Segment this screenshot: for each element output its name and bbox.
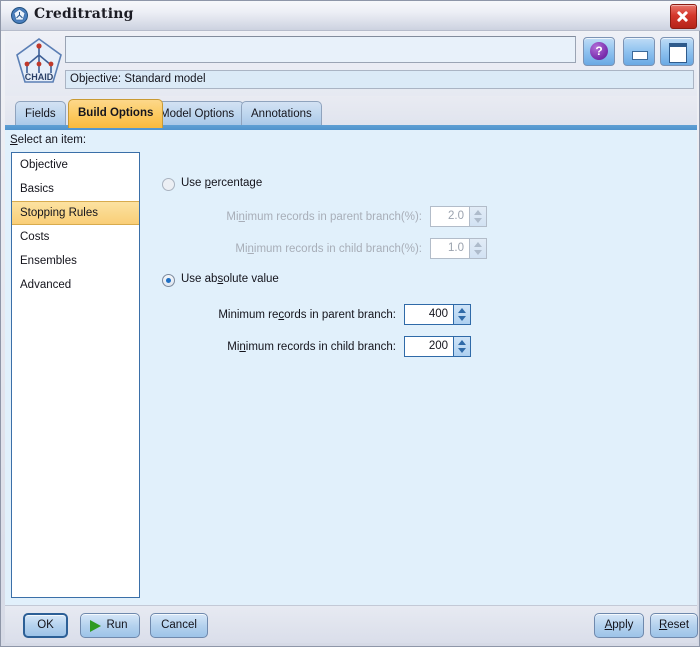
use-percentage-radio[interactable] [162, 178, 175, 191]
apply-button[interactable]: Apply [594, 613, 644, 638]
sidebar-item-objective[interactable]: Objective [12, 153, 139, 177]
chaid-model-icon: CHAID [16, 38, 62, 83]
sidebar-item-basics[interactable]: Basics [12, 177, 139, 201]
percentage-parent-stepper-arrows[interactable] [469, 207, 486, 226]
sidebar-item-costs[interactable]: Costs [12, 225, 139, 249]
ok-button[interactable]: OK [23, 613, 68, 638]
percentage-child-label: Minimum records in child branch(%): [235, 243, 422, 255]
sidebar-item-stopping-rules[interactable]: Stopping Rules [12, 201, 139, 225]
help-button[interactable]: ? [583, 37, 615, 66]
minimize-icon [632, 51, 648, 60]
percentage-parent-label: Minimum records in parent branch(%): [226, 211, 422, 223]
minimize-button[interactable] [623, 37, 655, 66]
run-button[interactable]: Run [80, 613, 140, 638]
percentage-child-stepper-arrows[interactable] [469, 239, 486, 258]
reset-button[interactable]: Reset [650, 613, 698, 638]
tab-fields[interactable]: Fields [15, 101, 66, 126]
use-percentage-label: Use percentage [181, 177, 263, 189]
sidebar-item-advanced[interactable]: Advanced [12, 273, 139, 297]
absolute-child-value[interactable]: 200 [405, 337, 453, 356]
use-absolute-value-label: Use absolute value [181, 273, 279, 285]
maximize-icon [669, 43, 687, 63]
select-item-label-mnemonic: S [10, 134, 18, 146]
cancel-button[interactable]: Cancel [150, 613, 208, 638]
absolute-child-stepper-arrows[interactable] [453, 337, 470, 356]
dialog-body: Select an item: Objective Basics Stoppin… [5, 130, 697, 605]
maximize-button[interactable] [660, 37, 694, 66]
sidebar-item-ensembles[interactable]: Ensembles [12, 249, 139, 273]
run-button-label: Run [106, 619, 128, 631]
play-icon [90, 620, 101, 632]
tab-model-options[interactable]: Model Options [150, 101, 245, 126]
absolute-parent-spinner[interactable]: 400 [404, 304, 471, 325]
model-name-input[interactable] [65, 36, 576, 63]
percentage-child-value[interactable]: 1.0 [431, 239, 469, 258]
chaid-model-dialog: Creditrating CHAID Objective: Standard m… [0, 0, 700, 647]
objective-summary: Objective: Standard model [65, 70, 694, 89]
percentage-parent-value[interactable]: 2.0 [431, 207, 469, 226]
absolute-parent-label: Minimum records in parent branch: [218, 309, 396, 321]
chaid-node-icon [11, 7, 28, 24]
window-title: Creditrating [34, 6, 134, 22]
dialog-header: CHAID Objective: Standard model ? [5, 32, 697, 96]
absolute-parent-stepper-arrows[interactable] [453, 305, 470, 324]
percentage-parent-spinner[interactable]: 2.0 [430, 206, 487, 227]
dialog-footer: OK Run Cancel Apply Reset [5, 605, 698, 643]
absolute-child-spinner[interactable]: 200 [404, 336, 471, 357]
stopping-rules-panel: Use percentage Minimum records in parent… [146, 152, 691, 598]
title-bar: Creditrating [1, 1, 700, 31]
absolute-child-label: Minimum records in child branch: [227, 341, 396, 353]
close-icon[interactable] [670, 4, 697, 29]
build-options-item-list[interactable]: Objective Basics Stopping Rules Costs En… [11, 152, 140, 598]
tab-build-options[interactable]: Build Options [68, 99, 164, 128]
select-item-label: Select an item: [10, 134, 86, 146]
tab-annotations[interactable]: Annotations [241, 101, 322, 126]
select-item-label-rest: elect an item: [17, 134, 87, 146]
absolute-parent-value[interactable]: 400 [405, 305, 453, 324]
percentage-child-spinner[interactable]: 1.0 [430, 238, 487, 259]
use-absolute-value-radio[interactable] [162, 274, 175, 287]
svg-text:CHAID: CHAID [25, 72, 54, 82]
help-icon: ? [590, 42, 608, 60]
